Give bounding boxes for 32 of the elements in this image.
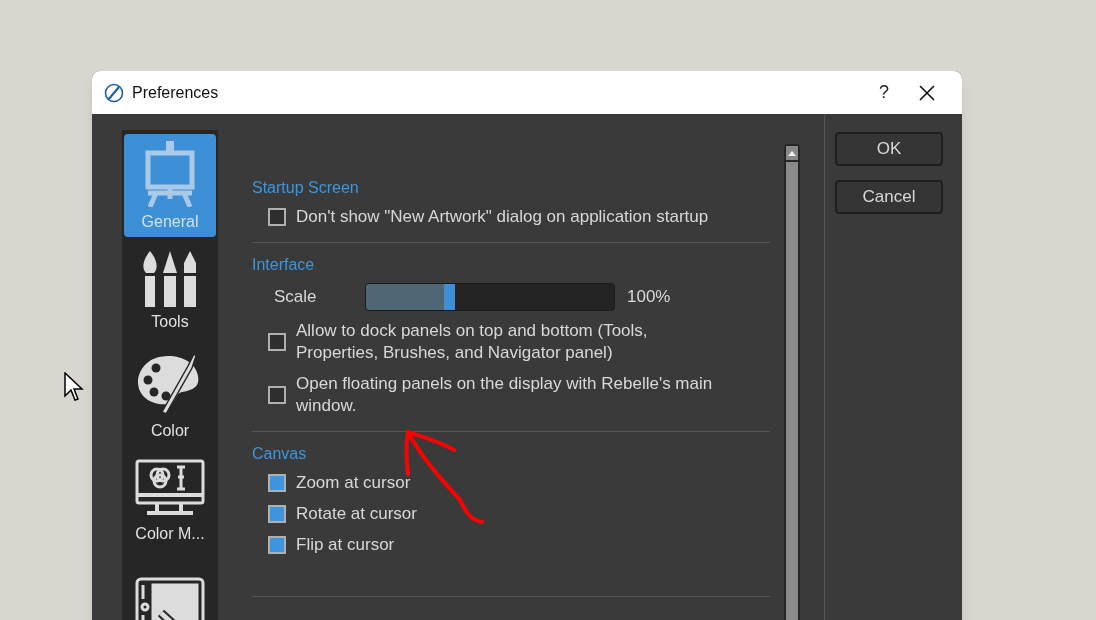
checkbox[interactable]	[268, 208, 286, 226]
option-label: Rotate at cursor	[296, 503, 417, 525]
option-label: Allow to dock panels on top and bottom (Tools, Properties, Brushes, and Navigator panel)	[296, 320, 649, 364]
checkbox[interactable]	[268, 386, 286, 404]
app-logo-icon	[104, 82, 124, 103]
scroll-up-button[interactable]	[786, 146, 798, 160]
section-title: Startup Screen	[252, 178, 360, 198]
checkbox[interactable]	[268, 333, 286, 351]
slider-value: 100%	[627, 286, 671, 309]
dialog-button[interactable]: Cancel	[835, 180, 943, 214]
section-title: Canvas	[252, 444, 308, 464]
checkbox[interactable]	[268, 505, 286, 523]
mouse-cursor-icon	[64, 372, 84, 402]
checkbox[interactable]	[268, 474, 286, 492]
checkbox[interactable]	[268, 536, 286, 554]
sidebar-item[interactable]: Tools	[124, 239, 216, 342]
scroll-thumb[interactable]	[786, 162, 798, 620]
sidebar-item[interactable]: Color	[124, 344, 216, 447]
dialog-button[interactable]: OK	[835, 132, 943, 166]
sidebar-item[interactable]: Color M...	[124, 449, 216, 552]
window-title: Preferences	[132, 82, 219, 103]
option-label: Open floating panels on the display with Rebelle's main window.	[296, 373, 714, 417]
up-arrow-icon	[788, 150, 796, 156]
option-label: Zoom at cursor	[296, 472, 411, 494]
scrollbar[interactable]	[784, 144, 800, 620]
slider-label: Scale	[274, 286, 318, 309]
scale-slider[interactable]	[365, 283, 615, 311]
close-icon	[919, 84, 935, 101]
help-button[interactable]: ?	[864, 79, 904, 106]
section-title: Interface	[252, 255, 316, 275]
option-label: Flip at cursor	[296, 534, 395, 556]
option-label: Don't show "New Artwork" dialog on application startup	[296, 206, 709, 228]
